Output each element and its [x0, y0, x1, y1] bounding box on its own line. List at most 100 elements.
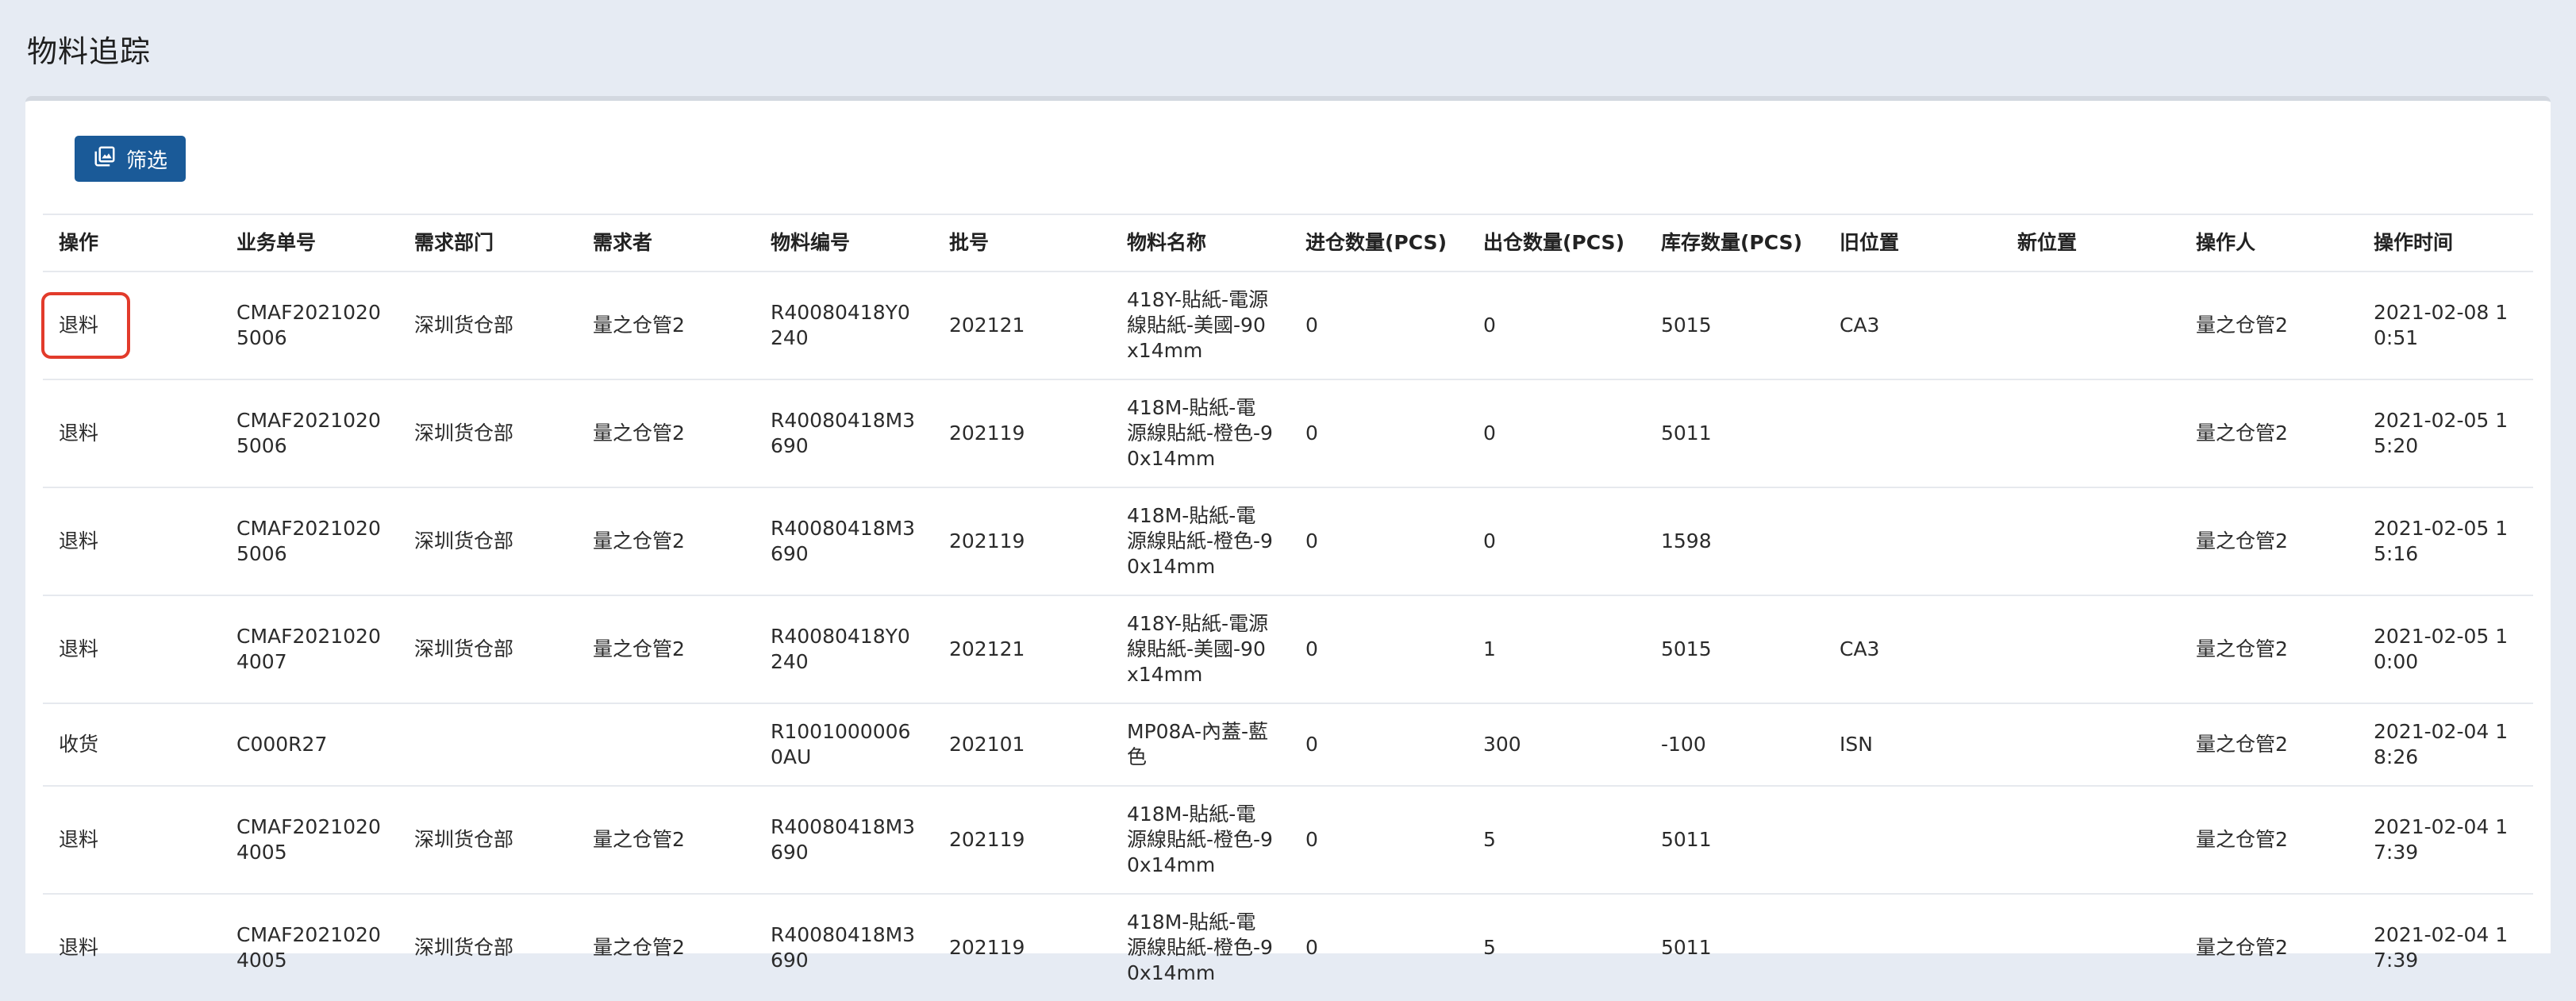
department-cell: 深圳货仓部: [414, 936, 514, 959]
operation-cell[interactable]: 退料: [41, 292, 221, 359]
batch-no-cell: 202119: [949, 422, 1025, 445]
material-code-cell: R40080418M3690: [771, 815, 916, 864]
operation-cell[interactable]: 退料: [43, 529, 221, 554]
outbound-qty-cell: 5: [1483, 828, 1496, 851]
department-cell: 深圳货仓部: [414, 314, 514, 337]
stock-qty-cell: -100: [1661, 733, 1706, 756]
filter-button[interactable]: 筛选: [75, 136, 186, 182]
operation-time-cell: 2021-02-08 10:51: [2374, 301, 2509, 349]
requester-cell: 量之仓管2: [593, 637, 685, 660]
filter-button-label: 筛选: [125, 148, 167, 173]
order-no-cell: C000R27: [236, 733, 328, 756]
material-name-cell: 418Y-貼紙-電源線貼紙-美國-90x14mm: [1127, 612, 1269, 686]
outbound-qty-cell: 0: [1483, 529, 1496, 552]
order-no-cell: CMAF20210205006: [236, 301, 381, 349]
order-no-cell: CMAF20210204005: [236, 815, 381, 864]
operation-time-cell: 2021-02-05 15:16: [2374, 517, 2509, 565]
operation-time-cell: 2021-02-05 10:00: [2374, 625, 2509, 673]
column-header: 物料名称: [1127, 231, 1207, 254]
highlight-box: [41, 292, 130, 359]
column-header: 操作人: [2196, 231, 2256, 254]
order-no-cell: CMAF20210205006: [236, 517, 381, 565]
page-title: 物料追踪: [27, 34, 152, 69]
operator-cell: 量之仓管2: [2196, 936, 2288, 959]
operator-cell: 量之仓管2: [2196, 828, 2288, 851]
requester-cell: 量之仓管2: [593, 529, 685, 552]
column-header: 批号: [949, 231, 990, 254]
inbound-qty-cell: 0: [1305, 637, 1318, 660]
inbound-qty-cell: 0: [1305, 936, 1318, 959]
material-name-cell: 418M-貼紙-電源線貼紙-橙色-90x14mm: [1127, 396, 1273, 470]
table-row[interactable]: 退料 CMAF20210205006 深圳货仓部 量之仓管2 R40080418M369…: [43, 379, 2533, 487]
outbound-qty-cell: 1: [1483, 637, 1496, 660]
material-code-cell: R10010000060AU: [771, 720, 911, 768]
operation-time-cell: 2021-02-04 17:39: [2374, 923, 2509, 972]
order-no-cell: CMAF20210204007: [236, 625, 381, 673]
table-row[interactable]: 收货 C000R27 R10010000060AU 202101 MP08A-內蓋-藍色…: [43, 703, 2533, 785]
operator-cell: 量之仓管2: [2196, 733, 2288, 756]
operator-cell: 量之仓管2: [2196, 422, 2288, 445]
department-cell: 深圳货仓部: [414, 422, 514, 445]
order-no-cell: CMAF20210204005: [236, 923, 381, 972]
requester-cell: 量之仓管2: [593, 314, 685, 337]
department-cell: 深圳货仓部: [414, 529, 514, 552]
operation-label-wrapper: 退料: [41, 292, 130, 359]
batch-no-cell: 202119: [949, 529, 1025, 552]
operation-cell[interactable]: 退料: [43, 421, 221, 446]
table-header-row: 操作 业务单号 需求部门 需求者 物料编号 批号 物料名称 进仓数量(PCS) …: [43, 214, 2533, 271]
outbound-qty-cell: 300: [1483, 733, 1521, 756]
operator-cell: 量之仓管2: [2196, 637, 2288, 660]
table-row[interactable]: 退料 CMAF20210204007 深圳货仓部 量之仓管2 R40080418Y024…: [43, 595, 2533, 703]
table-row[interactable]: 退料 CMAF20210205006 深圳货仓部 量之仓管2 R40080418Y024…: [41, 271, 2533, 379]
column-header: 库存数量(PCS): [1661, 231, 1802, 254]
batch-no-cell: 202119: [949, 828, 1025, 851]
operation-time-cell: 2021-02-04 18:26: [2374, 720, 2509, 768]
material-code-cell: R40080418Y0240: [771, 625, 910, 673]
outbound-qty-cell: 5: [1483, 936, 1496, 959]
operation-cell[interactable]: 退料: [43, 935, 221, 961]
column-header: 业务单号: [236, 231, 317, 254]
column-header: 物料编号: [771, 231, 851, 254]
material-name-cell: 418M-貼紙-電源線貼紙-橙色-90x14mm: [1127, 504, 1273, 578]
old-location-cell: CA3: [1840, 314, 1880, 337]
column-header: 操作时间: [2374, 231, 2454, 254]
column-header: 新位置: [2017, 231, 2078, 254]
inbound-qty-cell: 0: [1305, 828, 1318, 851]
table-row[interactable]: 退料 CMAF20210204005 深圳货仓部 量之仓管2 R40080418M369…: [43, 785, 2533, 893]
column-header: 需求部门: [414, 231, 494, 254]
table-row[interactable]: 退料 CMAF20210205006 深圳货仓部 量之仓管2 R40080418M369…: [43, 487, 2533, 595]
outbound-qty-cell: 0: [1483, 314, 1496, 337]
inbound-qty-cell: 0: [1305, 733, 1318, 756]
material-name-cell: 418M-貼紙-電源線貼紙-橙色-90x14mm: [1127, 911, 1273, 984]
table-row[interactable]: 退料 CMAF20210204005 深圳货仓部 量之仓管2 R40080418M369…: [43, 893, 2533, 1001]
operation-cell[interactable]: 收货: [43, 732, 221, 757]
operation-cell[interactable]: 退料: [43, 637, 221, 662]
material-tracking-table: 操作 业务单号 需求部门 需求者 物料编号 批号 物料名称 进仓数量(PCS) …: [41, 214, 2533, 1001]
content-card: 筛选 操作 业务单号 需求部门 需求者 物料编号 批号 物料名称 进仓数量(PC…: [25, 96, 2551, 984]
department-cell: 深圳货仓部: [414, 828, 514, 851]
material-code-cell: R40080418Y0240: [771, 301, 910, 349]
requester-cell: 量之仓管2: [593, 828, 685, 851]
material-name-cell: 418Y-貼紙-電源線貼紙-美國-90x14mm: [1127, 288, 1269, 362]
column-header: 出仓数量(PCS): [1483, 231, 1624, 254]
stock-qty-cell: 5011: [1661, 422, 1712, 445]
inbound-qty-cell: 0: [1305, 314, 1318, 337]
stock-qty-cell: 1598: [1661, 529, 1712, 552]
batch-no-cell: 202101: [949, 733, 1025, 756]
stock-qty-cell: 5011: [1661, 828, 1712, 851]
old-location-cell: ISN: [1840, 733, 1873, 756]
requester-cell: 量之仓管2: [593, 422, 685, 445]
requester-cell: 量之仓管2: [593, 936, 685, 959]
stock-qty-cell: 5011: [1661, 936, 1712, 959]
material-name-cell: MP08A-內蓋-藍色: [1127, 720, 1269, 768]
operation-cell[interactable]: 退料: [43, 827, 221, 853]
old-location-cell: CA3: [1840, 637, 1880, 660]
inbound-qty-cell: 0: [1305, 422, 1318, 445]
column-header: 进仓数量(PCS): [1305, 231, 1447, 254]
operation-time-cell: 2021-02-05 15:20: [2374, 409, 2509, 457]
outbound-qty-cell: 0: [1483, 422, 1496, 445]
column-header: 操作: [59, 231, 99, 254]
order-no-cell: CMAF20210205006: [236, 409, 381, 457]
table-body: 退料 CMAF20210205006 深圳货仓部 量之仓管2 R40080418Y024…: [41, 271, 2533, 1001]
department-cell: 深圳货仓部: [414, 637, 514, 660]
